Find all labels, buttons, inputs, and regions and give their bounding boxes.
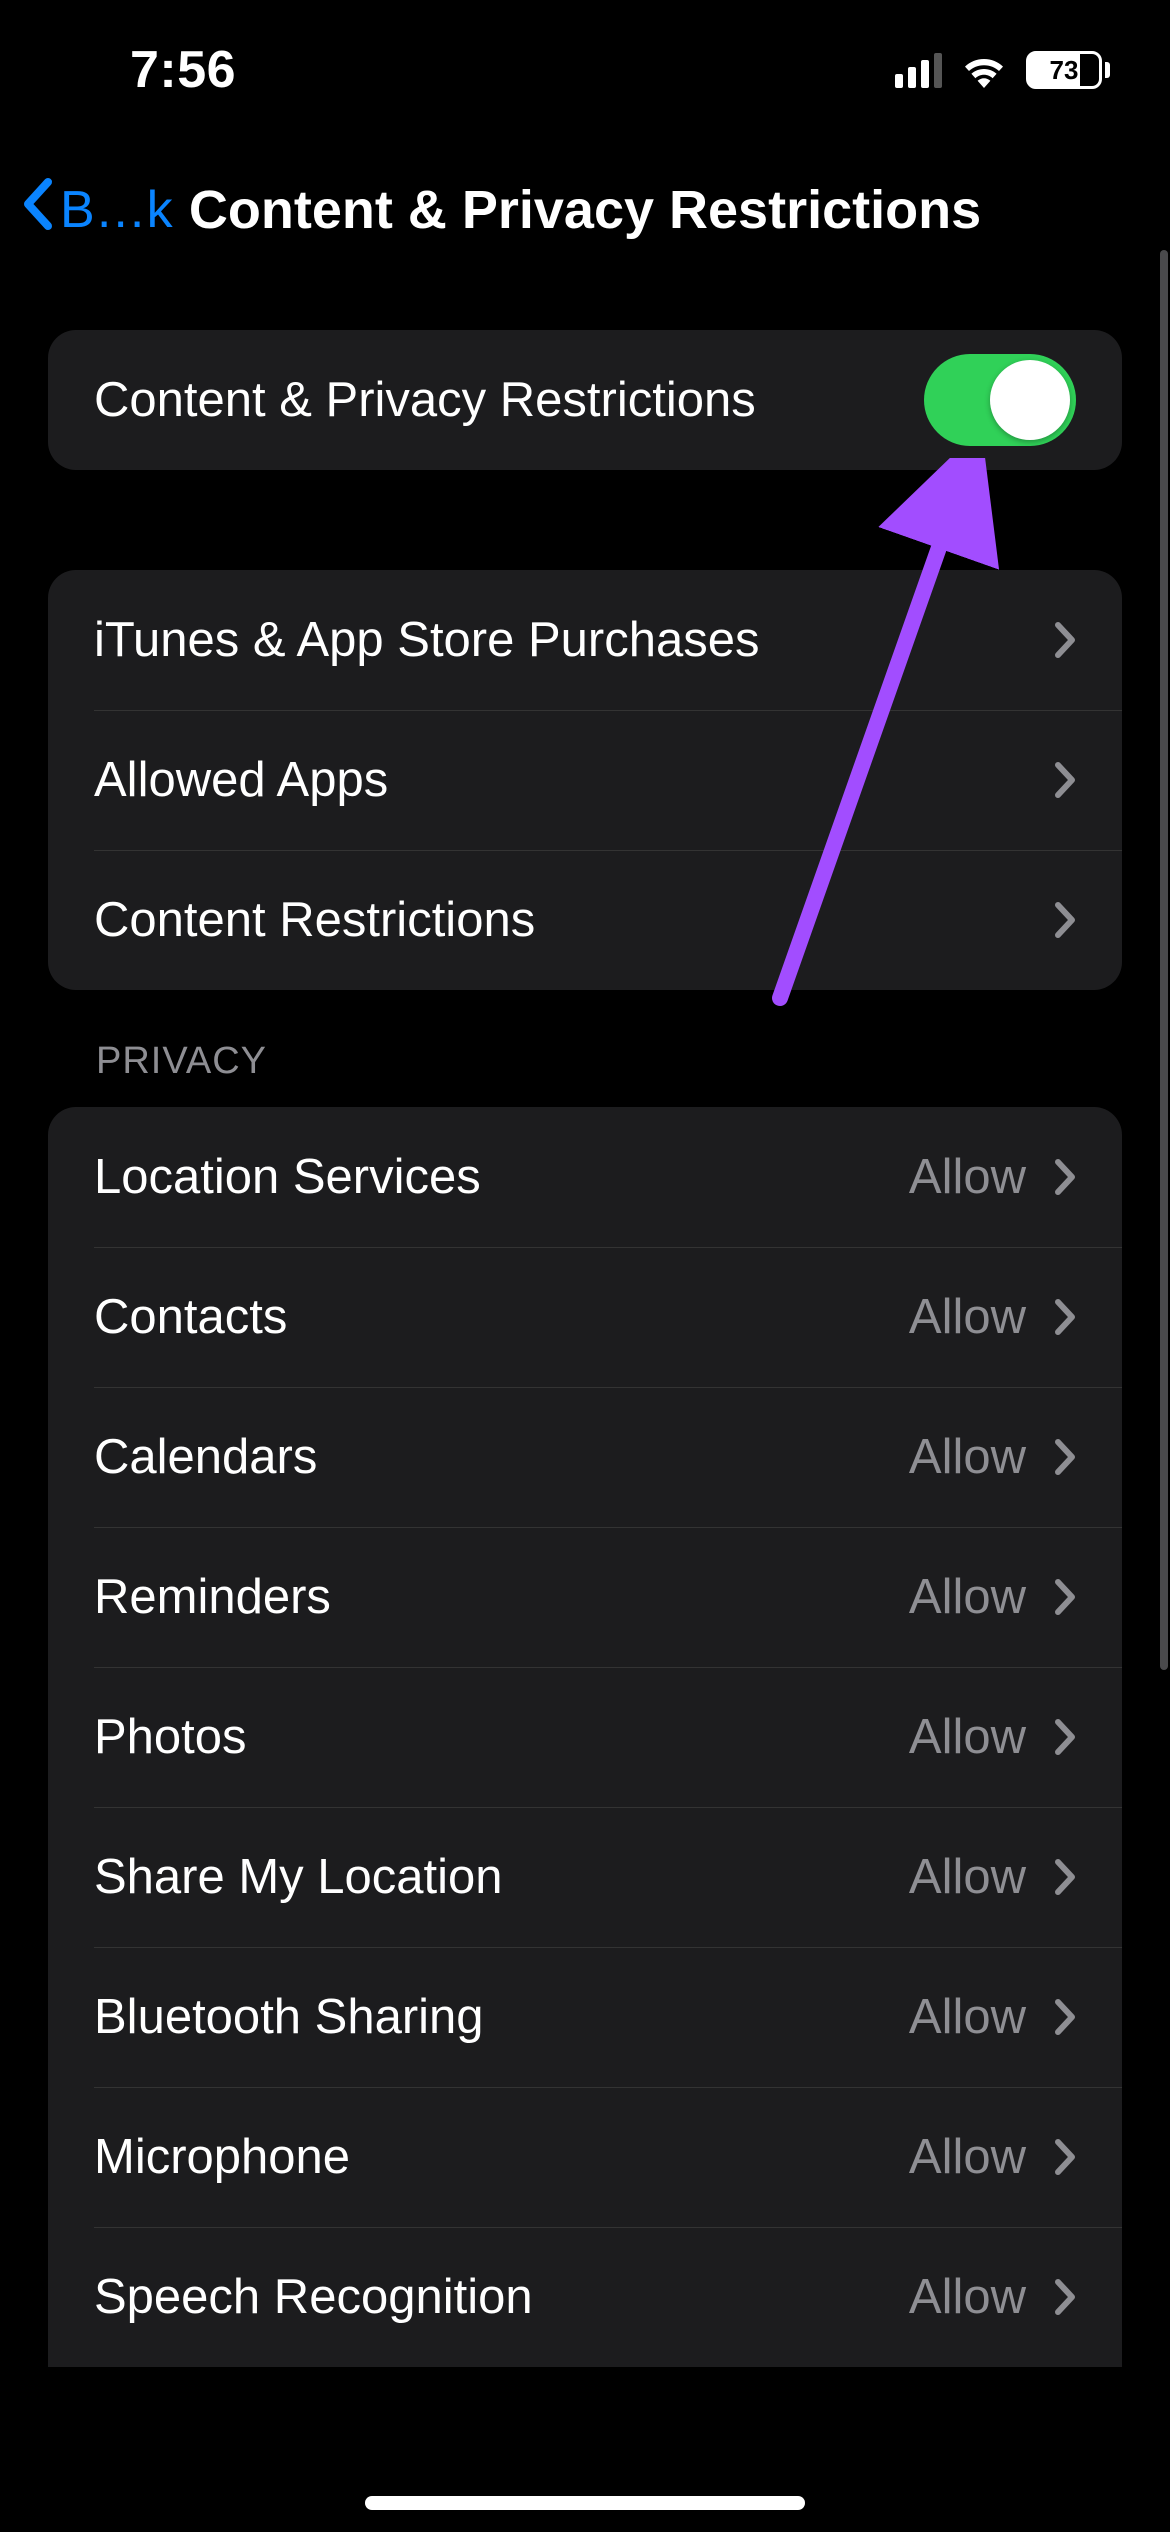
row-value: Allow — [909, 1849, 1026, 1905]
battery-icon: 73 — [1026, 51, 1110, 89]
speech-recognition-row[interactable]: Speech Recognition Allow — [48, 2227, 1122, 2367]
status-time: 7:56 — [130, 40, 236, 100]
back-label: B…k — [60, 180, 173, 240]
cellular-signal-icon — [895, 53, 942, 88]
share-my-location-row[interactable]: Share My Location Allow — [48, 1807, 1122, 1947]
row-label: Reminders — [94, 1569, 331, 1625]
bluetooth-sharing-row[interactable]: Bluetooth Sharing Allow — [48, 1947, 1122, 2087]
settings-group-privacy: Location Services Allow Contacts Allow C… — [48, 1107, 1122, 2367]
row-label: Contacts — [94, 1289, 287, 1345]
contacts-row[interactable]: Contacts Allow — [48, 1247, 1122, 1387]
row-label: Bluetooth Sharing — [94, 1989, 484, 2045]
row-value: Allow — [909, 1289, 1026, 1345]
row-label: Share My Location — [94, 1849, 503, 1905]
chevron-right-icon — [1054, 1718, 1076, 1756]
reminders-row[interactable]: Reminders Allow — [48, 1527, 1122, 1667]
row-label: Content Restrictions — [94, 892, 535, 948]
row-value: Allow — [909, 2129, 1026, 2185]
chevron-right-icon — [1054, 1298, 1076, 1336]
chevron-right-icon — [1054, 1998, 1076, 2036]
chevron-right-icon — [1054, 2138, 1076, 2176]
row-label: iTunes & App Store Purchases — [94, 612, 760, 668]
chevron-right-icon — [1054, 621, 1076, 659]
chevron-left-icon — [20, 176, 54, 245]
privacy-section-header: Privacy — [48, 1040, 1122, 1107]
row-label: Calendars — [94, 1429, 317, 1485]
row-label: Photos — [94, 1709, 247, 1765]
content-privacy-restrictions-row[interactable]: Content & Privacy Restrictions — [48, 330, 1122, 470]
nav-bar: B…k Content & Privacy Restrictions — [0, 155, 1170, 265]
row-value: Allow — [909, 1429, 1026, 1485]
status-bar: 7:56 73 — [0, 0, 1170, 140]
chevron-right-icon — [1054, 1858, 1076, 1896]
chevron-right-icon — [1054, 901, 1076, 939]
photos-row[interactable]: Photos Allow — [48, 1667, 1122, 1807]
row-label: Content & Privacy Restrictions — [94, 372, 756, 428]
row-value: Allow — [909, 2269, 1026, 2325]
battery-level: 73 — [1029, 55, 1099, 86]
microphone-row[interactable]: Microphone Allow — [48, 2087, 1122, 2227]
row-value: Allow — [909, 1149, 1026, 1205]
wifi-icon — [960, 52, 1008, 88]
chevron-right-icon — [1054, 1438, 1076, 1476]
row-value: Allow — [909, 1569, 1026, 1625]
back-button[interactable]: B…k — [20, 176, 173, 245]
row-label: Location Services — [94, 1149, 481, 1205]
scroll-indicator — [1160, 250, 1168, 1670]
content-area: Content & Privacy Restrictions iTunes & … — [0, 330, 1170, 2532]
allowed-apps-row[interactable]: Allowed Apps — [48, 710, 1122, 850]
location-services-row[interactable]: Location Services Allow — [48, 1107, 1122, 1247]
page-title: Content & Privacy Restrictions — [189, 179, 981, 241]
row-label: Microphone — [94, 2129, 350, 2185]
itunes-app-store-purchases-row[interactable]: iTunes & App Store Purchases — [48, 570, 1122, 710]
content-restrictions-row[interactable]: Content Restrictions — [48, 850, 1122, 990]
chevron-right-icon — [1054, 1158, 1076, 1196]
calendars-row[interactable]: Calendars Allow — [48, 1387, 1122, 1527]
settings-group-main-toggle: Content & Privacy Restrictions — [48, 330, 1122, 470]
row-value: Allow — [909, 1709, 1026, 1765]
row-value: Allow — [909, 1989, 1026, 2045]
home-indicator[interactable] — [365, 2496, 805, 2510]
chevron-right-icon — [1054, 2278, 1076, 2316]
toggle-knob — [990, 360, 1070, 440]
row-label: Allowed Apps — [94, 752, 388, 808]
settings-group-content: iTunes & App Store Purchases Allowed App… — [48, 570, 1122, 990]
chevron-right-icon — [1054, 761, 1076, 799]
status-icons: 73 — [895, 51, 1110, 89]
row-label: Speech Recognition — [94, 2269, 533, 2325]
chevron-right-icon — [1054, 1578, 1076, 1616]
content-privacy-toggle[interactable] — [924, 354, 1076, 446]
